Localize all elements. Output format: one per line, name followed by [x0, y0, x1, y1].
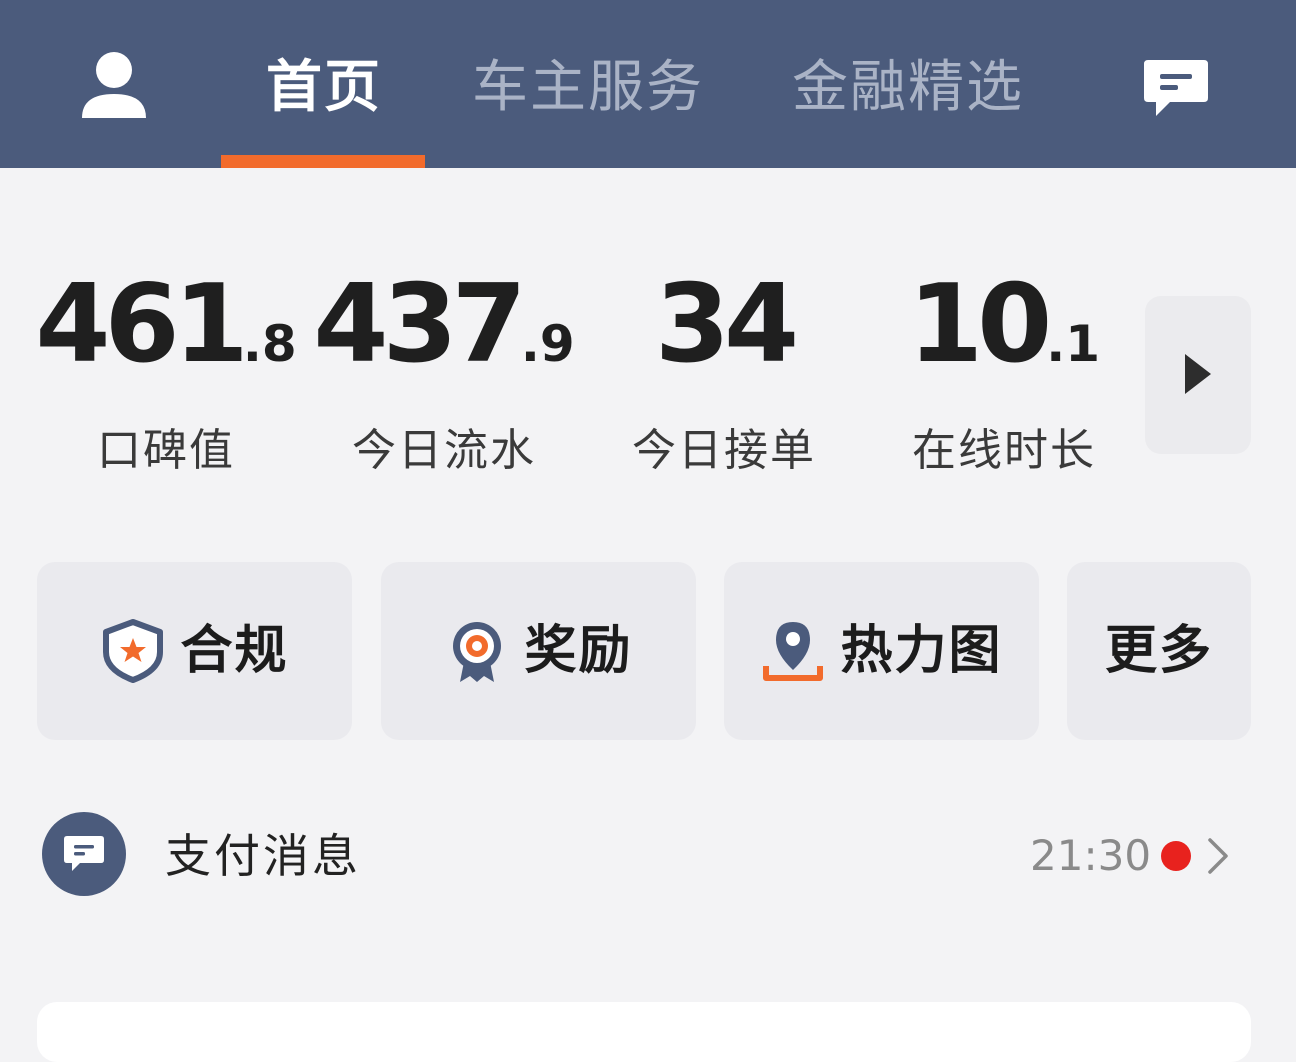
play-triangle-icon: [1185, 354, 1211, 394]
payment-message-title[interactable]: 支付消息: [165, 826, 361, 886]
tab-owner-services[interactable]: 车主服务: [472, 52, 704, 124]
map-pin-icon: [760, 618, 826, 684]
action-label: 奖励: [524, 621, 633, 681]
stats-more-button[interactable]: [1145, 296, 1251, 454]
chevron-right-icon[interactable]: [1204, 836, 1232, 876]
tab-finance-picks[interactable]: 金融精选: [792, 52, 1024, 124]
stat-today-orders[interactable]: 34 今日接单: [586, 262, 862, 477]
chat-bubble-icon[interactable]: [1140, 54, 1212, 124]
stat-value: 461.8: [35, 262, 297, 387]
stat-value: 10.1: [907, 262, 1101, 387]
compliance-button[interactable]: 合规: [37, 562, 352, 740]
unread-dot: [1161, 841, 1191, 871]
tab-home[interactable]: 首页: [266, 52, 382, 124]
stat-label: 今日流水: [352, 425, 536, 476]
stat-online-hours[interactable]: 10.1 在线时长: [866, 262, 1142, 477]
stat-label: 口碑值: [97, 425, 235, 476]
message-icon: [42, 812, 126, 896]
action-label: 合规: [180, 621, 289, 681]
heatmap-button[interactable]: 热力图: [724, 562, 1039, 740]
active-tab-indicator: [221, 155, 425, 168]
payment-message-time: 21:30: [1030, 831, 1152, 880]
more-button[interactable]: 更多: [1067, 562, 1251, 740]
stat-value: 34: [654, 262, 799, 387]
stat-label: 今日接单: [632, 425, 816, 476]
shield-star-icon: [100, 618, 166, 684]
reward-button[interactable]: 奖励: [381, 562, 696, 740]
top-nav-bar: 首页 车主服务 金融精选: [0, 0, 1296, 168]
user-icon[interactable]: [72, 44, 156, 128]
content-card: [37, 1002, 1251, 1062]
stat-label: 在线时长: [912, 425, 1096, 476]
medal-icon: [444, 618, 510, 684]
action-label: 热力图: [840, 621, 1003, 681]
stat-today-revenue[interactable]: 437.9 今日流水: [306, 262, 582, 477]
stat-value: 437.9: [313, 262, 575, 387]
action-label: 更多: [1104, 621, 1213, 681]
stats-panel: 461.8 口碑值 437.9 今日流水 34 今日接单 10.1 在线时长: [0, 262, 1142, 477]
stat-reputation[interactable]: 461.8 口碑值: [28, 262, 304, 477]
